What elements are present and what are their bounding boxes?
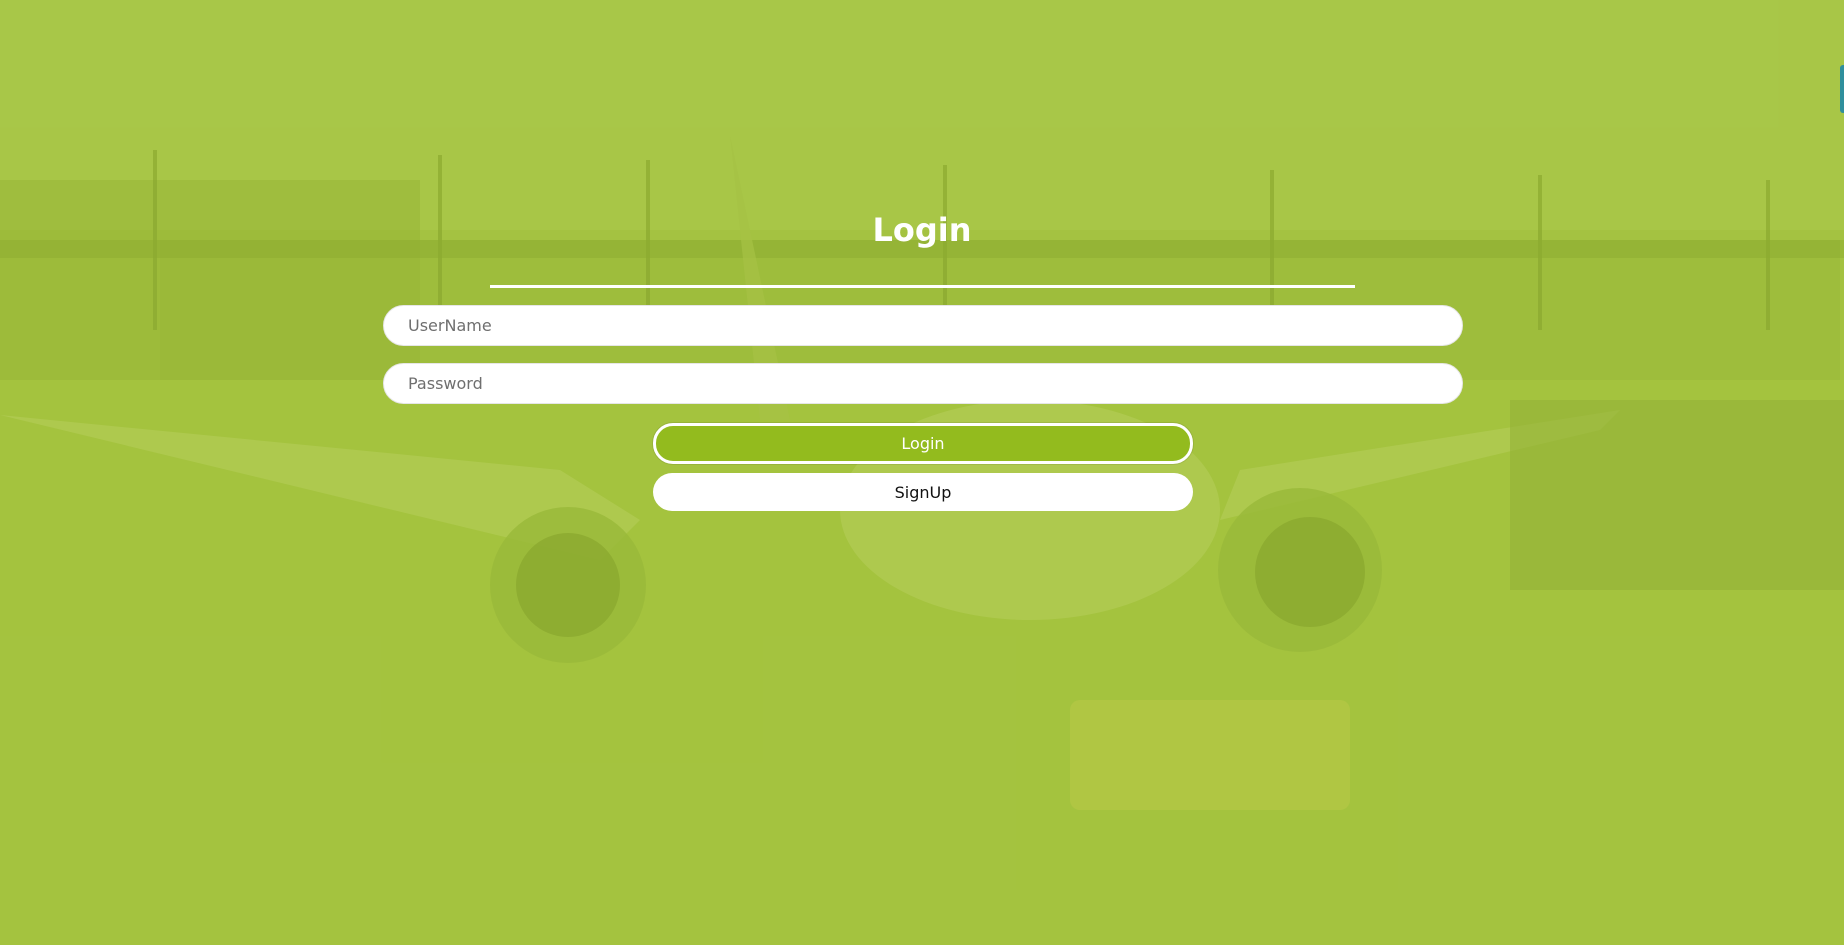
login-title: Login — [872, 211, 972, 249]
signup-button[interactable]: SignUp — [653, 473, 1193, 511]
login-panel: Login Login SignUp — [0, 0, 1844, 945]
login-button[interactable]: Login — [653, 423, 1193, 464]
title-divider — [490, 285, 1355, 288]
password-input[interactable] — [383, 363, 1463, 404]
username-input[interactable] — [383, 305, 1463, 346]
